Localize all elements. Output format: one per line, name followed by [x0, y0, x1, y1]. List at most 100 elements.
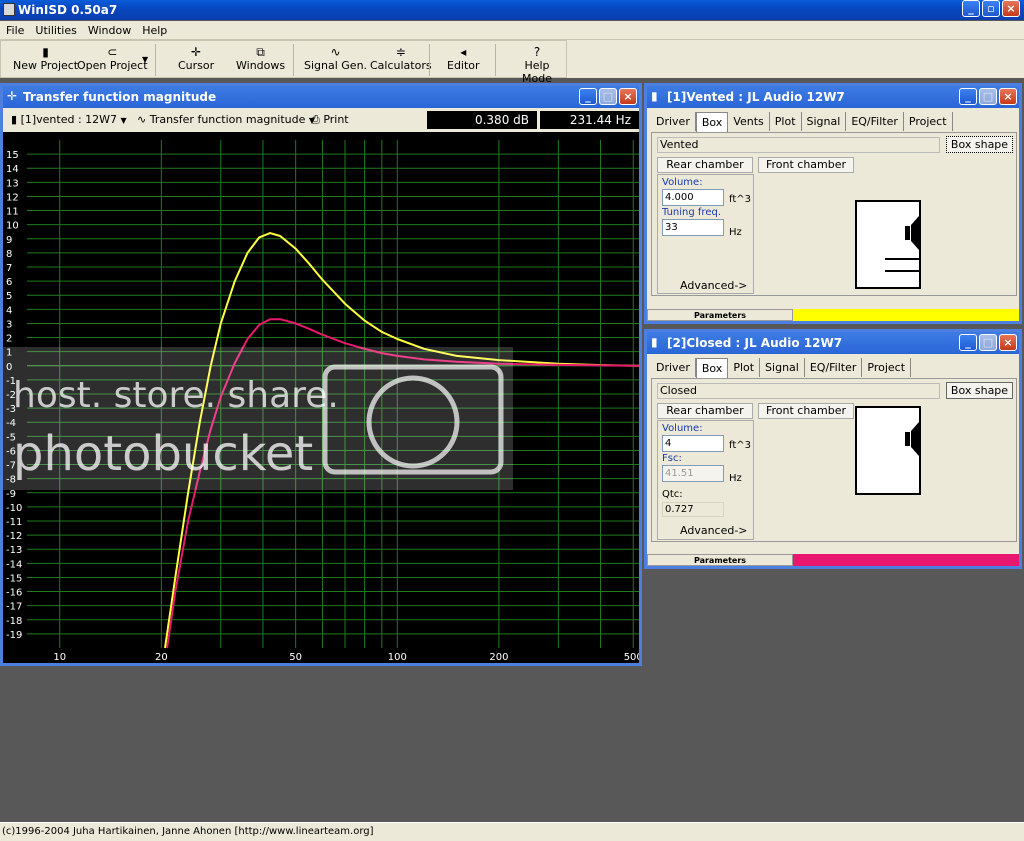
close-icon[interactable]: ×	[619, 88, 637, 105]
project-select[interactable]: ▮ [1]vented : 12W7 ▼	[11, 113, 127, 126]
graph-window-title: Transfer function magnitude	[23, 90, 217, 104]
tab-eq-filter[interactable]: EQ/Filter	[805, 358, 863, 377]
signal-gen-button[interactable]: ∿ Signal Gen.	[304, 45, 367, 72]
maximize-icon[interactable]: □	[979, 334, 997, 351]
menu-utilities[interactable]: Utilities	[29, 21, 81, 37]
minimize-icon[interactable]: _	[962, 0, 980, 17]
y-tick-label: -14	[6, 559, 22, 570]
maximize-icon[interactable]: □	[599, 88, 617, 105]
app-icon	[3, 3, 15, 16]
vented-window-controls: _ □ ×	[959, 88, 1017, 105]
closed-window-titlebar[interactable]: ▮ [2]Closed : JL Audio 12W7 _ □ ×	[647, 332, 1019, 354]
restore-icon[interactable]: ▫	[982, 0, 1000, 17]
vented-parameters-strip: Parameters	[647, 309, 1019, 321]
y-tick-label: 7	[6, 263, 12, 274]
advanced-button[interactable]: Advanced->	[680, 524, 748, 537]
graph-window-titlebar[interactable]: ✛ Transfer function magnitude _ □ ×	[3, 86, 639, 108]
y-tick-label: -16	[6, 588, 22, 599]
vented-box-panel: Vented Box shape Rear chamber Front cham…	[651, 132, 1017, 296]
new-project-button[interactable]: ▮ New Project	[13, 45, 78, 72]
parameters-label[interactable]: Parameters	[647, 554, 793, 566]
app-title: WinISD 0.50a7	[18, 3, 118, 17]
signal-gen-label: Signal Gen.	[304, 59, 368, 72]
x-tick-label: 50	[289, 652, 302, 663]
qtc-label: Qtc:	[662, 489, 683, 500]
help-mode-button[interactable]: ? Help Mode	[508, 45, 566, 85]
watermark-tagline: host. store. share.	[13, 375, 339, 416]
front-chamber-button[interactable]: Front chamber	[758, 157, 854, 173]
close-icon[interactable]: ×	[999, 88, 1017, 105]
toolbar-separator	[495, 44, 496, 76]
menu-help[interactable]: Help	[136, 21, 172, 37]
volume-input[interactable]: 4	[662, 435, 724, 452]
print-button[interactable]: ⎙ Print	[311, 113, 349, 127]
signal-gen-icon: ∿	[330, 45, 341, 59]
vented-tabs: Driver Box Vents Plot Signal EQ/Filter Project	[651, 112, 953, 132]
series-color-swatch[interactable]	[793, 309, 1019, 321]
windows-button[interactable]: ⧉ Windows	[236, 45, 285, 72]
open-project-button[interactable]: ⊂ Open Project	[77, 45, 148, 72]
graph-window: ✛ Transfer function magnitude _ □ × ▮ [1…	[0, 83, 642, 666]
tab-project[interactable]: Project	[862, 358, 912, 377]
editor-icon: ◂	[460, 45, 467, 59]
tab-plot[interactable]: Plot	[770, 112, 802, 131]
menu-window[interactable]: Window	[82, 21, 136, 37]
transfer-function-plot[interactable]: 15 14 13 12 11 10 9 8 7 6 5 4 3 2 1 0 -1 -2 -3 -4 -5 -6 -7 -8 -9…	[3, 132, 639, 663]
tuning-freq-unit: Hz	[729, 227, 742, 238]
series-color-swatch[interactable]	[793, 554, 1019, 566]
y-tick-label: 12	[6, 192, 19, 203]
tab-driver[interactable]: Driver	[651, 358, 696, 377]
status-bar: (c)1996-2004 Juha Hartikainen, Janne Aho…	[0, 822, 1024, 841]
print-label: Print	[323, 113, 349, 126]
tab-eq-filter[interactable]: EQ/Filter	[846, 112, 904, 131]
rear-chamber-button[interactable]: Rear chamber	[657, 157, 753, 173]
vented-window-titlebar[interactable]: ▮ [1]Vented : JL Audio 12W7 _ □ ×	[647, 86, 1019, 108]
toolbar-separator	[155, 44, 156, 76]
close-icon[interactable]: ×	[999, 334, 1017, 351]
tab-plot[interactable]: Plot	[728, 358, 761, 377]
tab-driver[interactable]: Driver	[651, 112, 696, 131]
x-tick-label: 10	[53, 652, 66, 663]
parameters-label[interactable]: Parameters	[647, 309, 793, 321]
tab-box[interactable]: Box	[695, 358, 729, 378]
speaker-icon	[905, 216, 919, 250]
minimize-icon[interactable]: _	[959, 88, 977, 105]
project-icon: ▮	[651, 89, 658, 103]
minimize-icon[interactable]: _	[579, 88, 597, 105]
cursor-button[interactable]: ✛ Cursor	[178, 45, 214, 72]
advanced-button[interactable]: Advanced->	[680, 279, 748, 292]
editor-button[interactable]: ◂ Editor	[447, 45, 480, 72]
y-tick-label: -17	[6, 602, 22, 613]
plot-type-select[interactable]: ∿ Transfer function magnitude ▼	[137, 113, 315, 126]
tab-vents[interactable]: Vents	[728, 112, 770, 131]
close-icon[interactable]: ×	[1002, 0, 1020, 17]
watermark-brand: photobucket	[13, 426, 313, 482]
box-type-field[interactable]: Vented	[657, 137, 940, 153]
volume-input[interactable]: 4.000	[662, 189, 724, 206]
tuning-freq-input[interactable]: 33	[662, 219, 724, 236]
fsc-label: Fsc:	[662, 453, 682, 464]
calculators-button[interactable]: ≑ Calculators	[370, 45, 432, 72]
rear-chamber-button[interactable]: Rear chamber	[657, 403, 753, 419]
y-tick-label: 4	[6, 305, 12, 316]
closed-window-title: [2]Closed : JL Audio 12W7	[667, 336, 843, 350]
open-project-dropdown[interactable]: ▼	[142, 55, 148, 64]
y-tick-label: 10	[6, 221, 19, 232]
front-chamber-button[interactable]: Front chamber	[758, 403, 854, 419]
maximize-icon[interactable]: □	[979, 88, 997, 105]
toolbar-background	[567, 40, 1024, 78]
tab-signal[interactable]: Signal	[802, 112, 847, 131]
closed-window-controls: _ □ ×	[959, 334, 1017, 351]
windows-label: Windows	[236, 59, 286, 72]
menu-file[interactable]: File	[0, 21, 29, 37]
tab-box[interactable]: Box	[695, 112, 729, 132]
tab-project[interactable]: Project	[904, 112, 953, 131]
box-shape-button[interactable]: Box shape	[946, 136, 1013, 153]
box-type-field[interactable]: Closed	[657, 383, 940, 399]
window-controls: _ ▫ ×	[962, 0, 1020, 17]
vented-box-fields: Volume: 4.000 ft^3 Tuning freq. 33 Hz Ad…	[657, 174, 754, 294]
box-shape-button[interactable]: Box shape	[946, 382, 1013, 399]
minimize-icon[interactable]: _	[959, 334, 977, 351]
tab-signal[interactable]: Signal	[760, 358, 805, 377]
vent-port-top	[885, 258, 919, 260]
